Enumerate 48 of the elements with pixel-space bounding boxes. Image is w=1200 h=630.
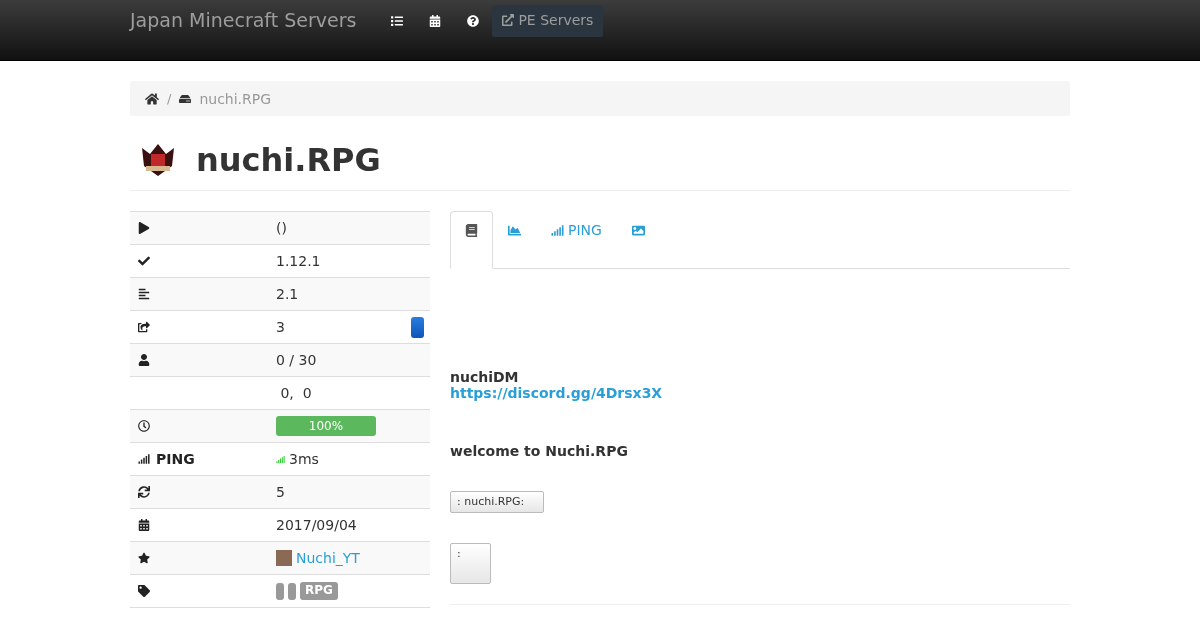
home-icon[interactable] — [145, 91, 159, 106]
external-link-icon — [502, 14, 515, 26]
row-value: 5 — [276, 484, 285, 500]
refresh-icon — [138, 486, 150, 498]
drive-icon — [179, 92, 192, 105]
server-title: nuchi.RPG — [196, 141, 381, 179]
welcome-text: welcome to Nuchi.RPG — [450, 443, 628, 459]
device-icon — [411, 316, 424, 338]
row-value: () — [276, 220, 287, 236]
row-value: 3ms — [289, 451, 319, 467]
tab[interactable]: PING — [536, 211, 617, 269]
signal-icon — [276, 454, 285, 464]
row-value: 0 / 30 — [276, 352, 317, 368]
row-value: 0, 0 — [279, 385, 312, 401]
area-chart-icon — [508, 224, 521, 237]
brand-link[interactable]: Japan Minecraft Servers — [130, 0, 357, 31]
server-button[interactable]: : nuchi.RPG: — [450, 491, 544, 513]
row-value: 2.1 — [276, 286, 299, 302]
clock-icon — [138, 420, 150, 432]
align-left-icon — [138, 288, 150, 300]
progress-fill: 100% — [276, 416, 376, 436]
image-icon — [631, 224, 645, 237]
row-value: 2017/09/04 — [276, 517, 357, 533]
small-button[interactable]: : — [450, 543, 491, 584]
share-icon — [138, 321, 150, 333]
avatar-icon — [276, 550, 292, 566]
tag-icon — [138, 585, 150, 597]
discord-link[interactable]: https://discord.gg/4Drsx3X — [450, 385, 663, 401]
check-icon — [138, 255, 150, 267]
row-value: 1.12.1 — [276, 253, 321, 269]
star-icon — [138, 552, 150, 564]
breadcrumb-current: nuchi.RPG — [199, 90, 272, 107]
calendar-icon — [138, 519, 150, 531]
breadcrumb-separator: / — [167, 91, 172, 106]
signal-icon — [138, 453, 150, 465]
row-value: 3 — [276, 319, 285, 335]
tag[interactable]: RPG — [300, 582, 338, 600]
row-label: PING — [156, 451, 195, 467]
pe-servers-link[interactable]: PE Servers — [492, 5, 604, 37]
tag[interactable] — [276, 582, 284, 600]
tag[interactable] — [288, 582, 296, 600]
user-icon — [138, 354, 150, 366]
user-link[interactable]: Nuchi_YT — [296, 550, 360, 566]
signal-icon — [551, 224, 564, 237]
book-icon — [465, 224, 478, 237]
tab[interactable] — [450, 211, 493, 269]
description-name: nuchiDM — [450, 369, 519, 385]
play-icon — [138, 222, 150, 234]
